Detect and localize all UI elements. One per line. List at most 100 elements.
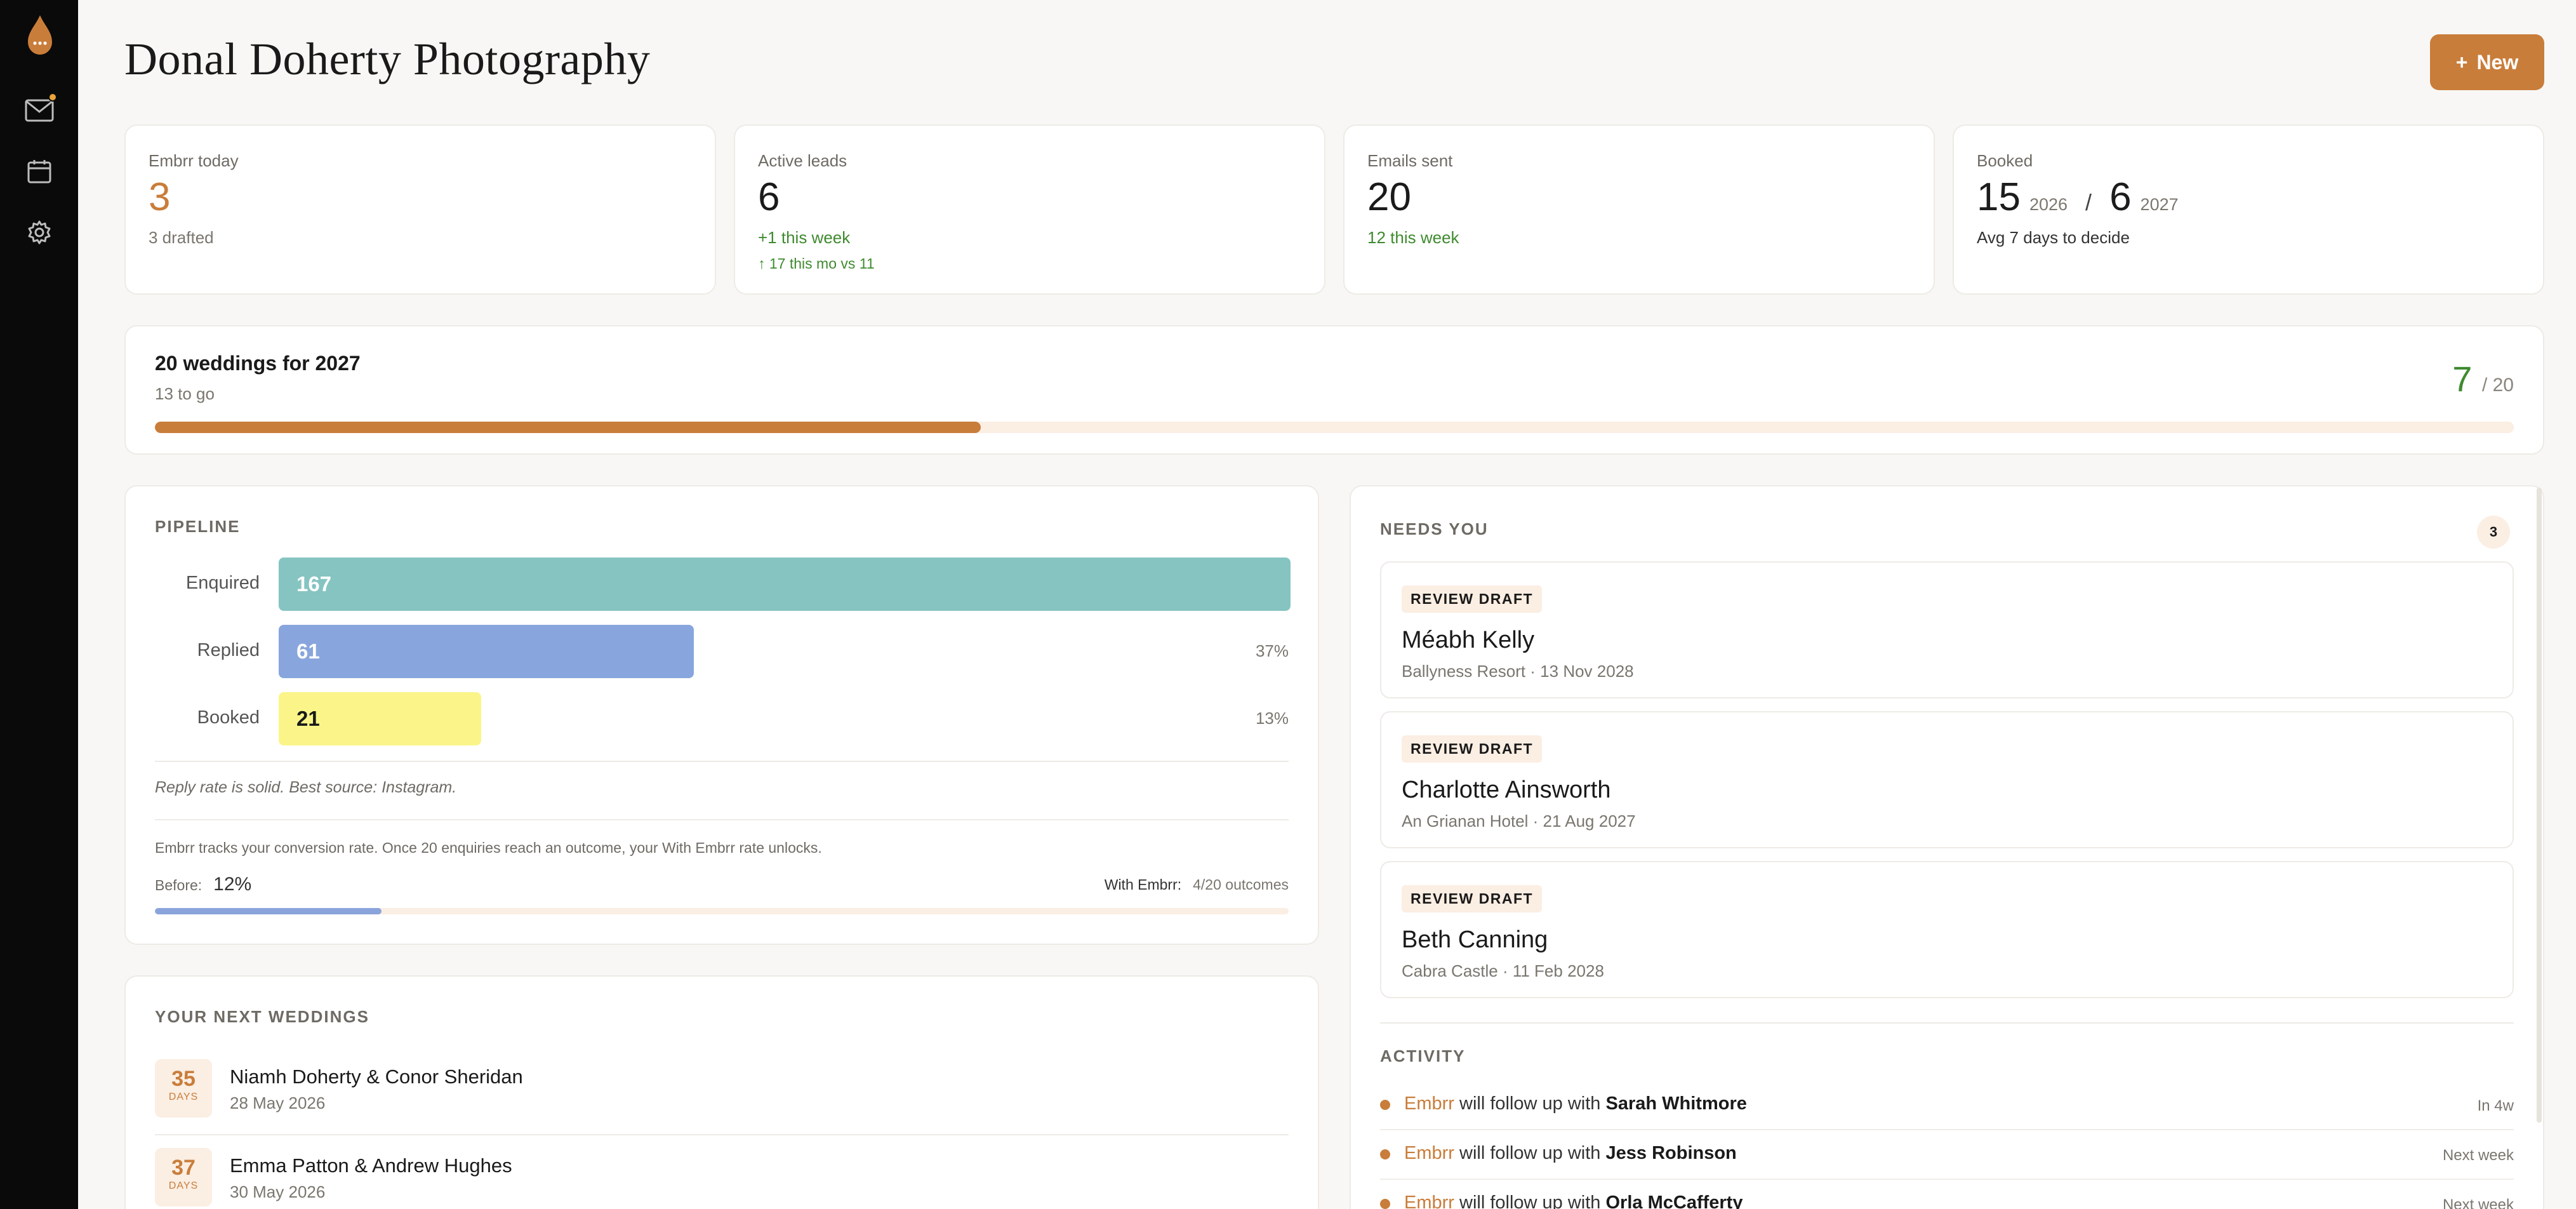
needs-count-badge: 3 <box>2477 516 2510 549</box>
activity-when: Next week <box>2442 1196 2514 1209</box>
stat-card-active-leads[interactable]: Active leads 6 +1 this week ↑ 17 this mo… <box>734 124 1325 295</box>
activity-person: Sarah Whitmore <box>1605 1093 1747 1114</box>
activity-action: will follow up with <box>1459 1093 1601 1114</box>
goal-count: 7 / 20 <box>2452 358 2514 399</box>
wedding-couple: Emma Patton & Andrew Hughes <box>230 1154 512 1177</box>
booked-2027-value: 6 <box>2109 175 2132 219</box>
draft-card[interactable]: REVIEW DRAFT Beth Canning Cabra Castle ·… <box>1380 861 2514 998</box>
weddings-label: YOUR NEXT WEDDINGS <box>155 1007 369 1026</box>
days-countdown: 35 DAYS <box>155 1059 212 1118</box>
gear-icon[interactable] <box>23 216 56 249</box>
pipeline-bar-value: 61 <box>296 639 320 663</box>
pipeline-bar-value: 21 <box>296 707 320 730</box>
draft-venue-date: An Grianan Hotel · 21 Aug 2027 <box>1402 812 1636 831</box>
stat-card-booked[interactable]: Booked 15 2026 / 6 2027 Avg 7 days to de… <box>1953 124 2544 295</box>
pipeline-bar-value: 167 <box>296 572 332 596</box>
stat-sub: 12 this week <box>1367 228 1459 248</box>
pipeline-bar: 61 <box>279 625 694 678</box>
goal-count-total: / 20 <box>2481 375 2514 396</box>
pipeline-bar: 21 <box>279 692 481 745</box>
pipeline-row-name: Enquired <box>185 573 260 593</box>
days-label: DAYS <box>168 1180 199 1191</box>
pipeline-row-name: Booked <box>197 707 260 728</box>
stat-sub: Avg 7 days to decide <box>1977 228 2130 248</box>
stat-card-emails-sent[interactable]: Emails sent 20 12 this week <box>1343 124 1935 295</box>
activity-person: Orla McCafferty <box>1605 1192 1743 1209</box>
stat-label: Booked <box>1977 151 2033 170</box>
pipeline-card: PIPELINE Enquired 167 Replied 61 37% Boo… <box>124 485 1319 945</box>
activity-text: Embrr will follow up with Orla McCaffert… <box>1404 1192 1743 1209</box>
booked-2026-year: 2026 <box>2029 195 2068 214</box>
pipeline-row-replied[interactable]: Replied 61 37% <box>155 625 1289 678</box>
with-value: 4/20 outcomes <box>1193 876 1289 893</box>
flame-logo-icon[interactable] <box>23 13 57 57</box>
booked-2026-value: 15 <box>1977 175 2021 219</box>
before-label: Before: <box>155 877 202 893</box>
divider <box>155 819 1289 820</box>
goal-progress-track <box>155 422 2514 433</box>
before-value: 12% <box>213 874 252 895</box>
divider <box>155 761 1289 762</box>
stat-label: Embrr today <box>149 151 239 170</box>
pipeline-row-booked[interactable]: Booked 21 13% <box>155 692 1289 745</box>
review-draft-tag: REVIEW DRAFT <box>1402 585 1543 613</box>
pipeline-label: PIPELINE <box>155 517 241 536</box>
activity-when: In 4w <box>2477 1097 2514 1114</box>
goal-progress-fill <box>155 422 981 433</box>
notification-dot <box>48 93 57 102</box>
calendar-icon[interactable] <box>23 155 56 188</box>
main-content: Donal Doherty Photography + New Embrr to… <box>124 0 2544 1209</box>
activity-item[interactable]: Embrr will follow up with Jess Robinson … <box>1380 1130 2514 1180</box>
new-button[interactable]: + New <box>2430 34 2544 90</box>
stat-value: 20 <box>1367 175 1411 219</box>
activity-dot <box>1380 1149 1390 1159</box>
activity-action: will follow up with <box>1459 1143 1601 1163</box>
activity-item[interactable]: Embrr will follow up with Sarah Whitmore… <box>1380 1081 2514 1130</box>
stat-trend: ↑ 17 this mo vs 11 <box>758 255 875 272</box>
plus-icon: + <box>2455 50 2468 74</box>
activity-actor: Embrr <box>1404 1093 1454 1114</box>
activity-action: will follow up with <box>1459 1192 1601 1209</box>
pipeline-row-pct: 37% <box>1255 641 1289 660</box>
with-label: With Embrr: <box>1104 876 1182 893</box>
pipeline-row-enquired[interactable]: Enquired 167 <box>155 558 1291 611</box>
activity-actor: Embrr <box>1404 1143 1454 1163</box>
next-weddings-card: YOUR NEXT WEDDINGS 35 DAYS Niamh Doherty… <box>124 975 1319 1209</box>
wedding-item[interactable]: 35 DAYS Niamh Doherty & Conor Sheridan 2… <box>155 1059 1289 1135</box>
booked-2027-year: 2027 <box>2140 195 2179 214</box>
mail-icon[interactable] <box>23 93 57 127</box>
goal-count-value: 7 <box>2452 359 2473 399</box>
activity-when: Next week <box>2442 1147 2514 1164</box>
pipeline-row-name: Replied <box>197 640 260 660</box>
stat-sub: 3 drafted <box>149 228 214 248</box>
sidebar <box>0 0 78 1209</box>
page-title: Donal Doherty Photography <box>124 34 651 84</box>
wedding-date: 28 May 2026 <box>230 1093 326 1112</box>
draft-card[interactable]: REVIEW DRAFT Charlotte Ainsworth An Gria… <box>1380 711 2514 848</box>
days-number: 37 <box>171 1156 196 1180</box>
review-draft-tag: REVIEW DRAFT <box>1402 735 1543 763</box>
draft-venue-date: Ballyness Resort · 13 Nov 2028 <box>1402 662 1634 681</box>
needs-you-label: NEEDS YOU <box>1380 519 1489 538</box>
scrollbar[interactable] <box>2537 488 2542 1123</box>
activity-item[interactable]: Embrr will follow up with Orla McCaffert… <box>1380 1180 2514 1209</box>
divider <box>1380 1022 2514 1024</box>
conversion-before: Before: 12% <box>155 874 251 895</box>
draft-card[interactable]: REVIEW DRAFT Méabh Kelly Ballyness Resor… <box>1380 561 2514 698</box>
booked-separator: / <box>2085 189 2092 215</box>
activity-person: Jess Robinson <box>1605 1143 1737 1163</box>
conversion-with-embrr: With Embrr: 4/20 outcomes <box>1105 876 1289 893</box>
stat-label: Active leads <box>758 151 847 170</box>
draft-client-name: Méabh Kelly <box>1402 627 1535 653</box>
draft-client-name: Charlotte Ainsworth <box>1402 777 1611 803</box>
stat-card-embrr-today[interactable]: Embrr today 3 3 drafted <box>124 124 716 295</box>
wedding-couple: Niamh Doherty & Conor Sheridan <box>230 1065 523 1088</box>
days-countdown: 37 DAYS <box>155 1148 212 1206</box>
pipeline-bar: 167 <box>279 558 1291 611</box>
conversion-progress-fill <box>155 908 382 914</box>
stat-value: 6 <box>758 175 780 219</box>
wedding-item[interactable]: 37 DAYS Emma Patton & Andrew Hughes 30 M… <box>155 1148 1289 1209</box>
activity-actor: Embrr <box>1404 1192 1454 1209</box>
review-draft-tag: REVIEW DRAFT <box>1402 885 1543 912</box>
conversion-progress-track <box>155 908 1289 914</box>
